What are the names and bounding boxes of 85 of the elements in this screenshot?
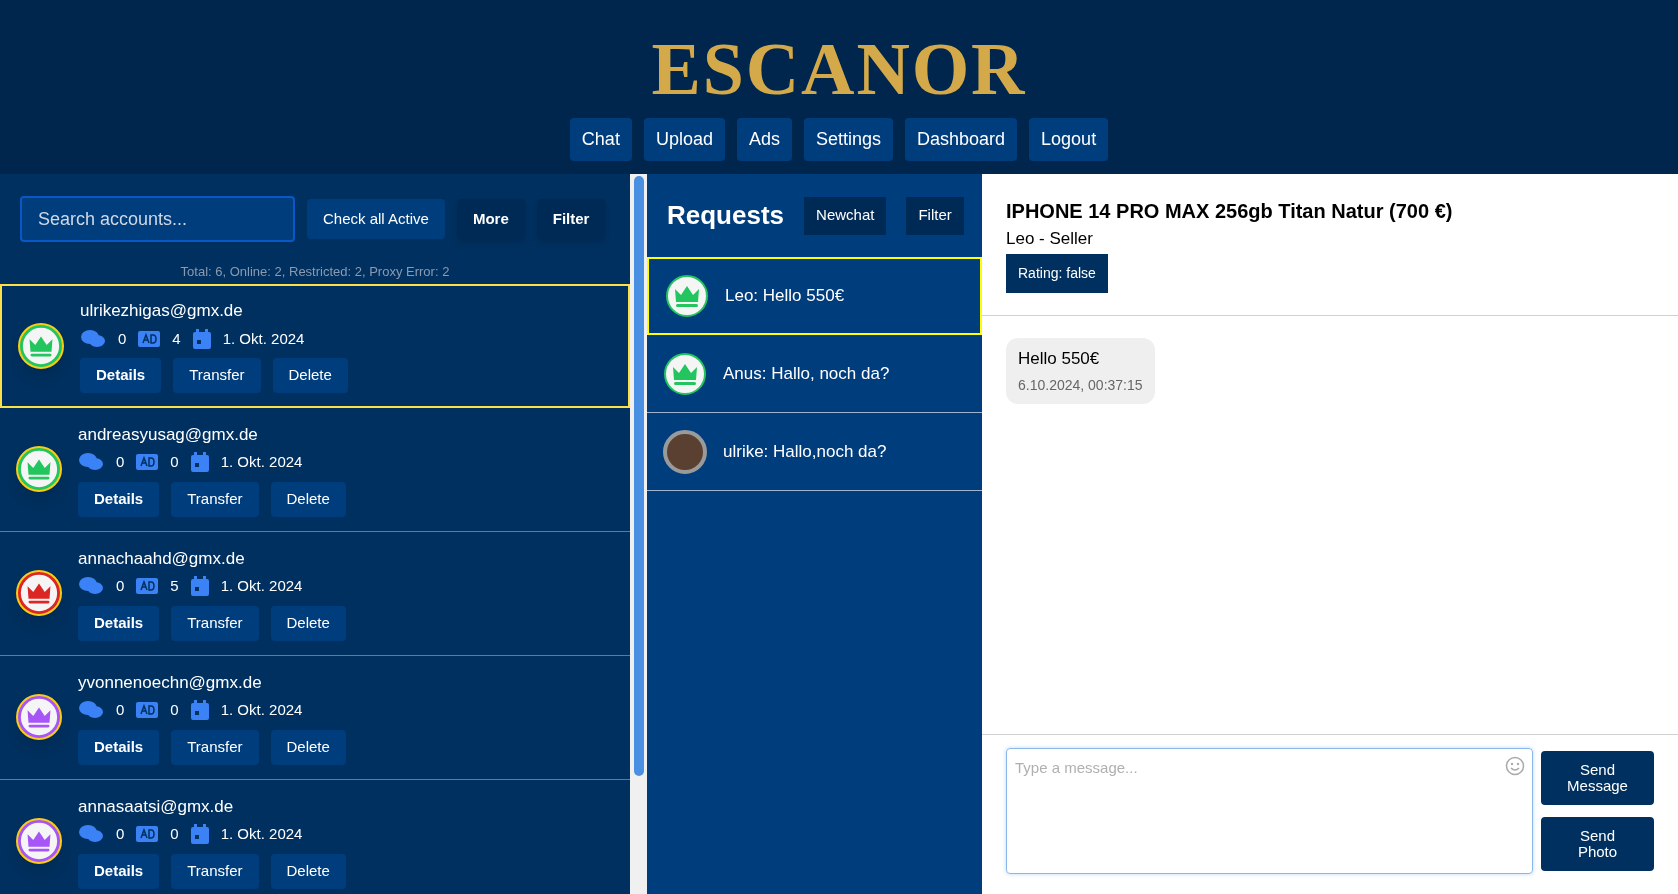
chat-count: 0 (116, 700, 125, 720)
details-button[interactable]: Details (80, 358, 162, 393)
delete-button[interactable]: Delete (270, 605, 346, 641)
chat-bubbles-icon (78, 576, 104, 597)
calendar-icon (190, 824, 209, 845)
nav-button[interactable]: Upload (643, 118, 725, 161)
account-date: 1. Okt. 2024 (220, 824, 303, 844)
account-date: 1. Okt. 2024 (220, 576, 303, 596)
check-all-active-button[interactable]: Check all Active (307, 199, 445, 239)
chat-count: 0 (116, 824, 125, 844)
calendar-icon (190, 576, 209, 597)
crown-avatar-icon (665, 274, 709, 318)
nav-button[interactable]: Settings (803, 118, 893, 161)
chat-count: 0 (118, 328, 127, 349)
chat-count: 0 (116, 576, 125, 596)
account-card[interactable]: ulrikezhigas@gmx.de 0 4 1. Okt. 2024 Details Transfer Delete (0, 283, 630, 408)
delete-button[interactable]: Delete (270, 729, 346, 765)
account-date: 1. Okt. 2024 (220, 452, 303, 472)
ad-icon (138, 330, 161, 347)
message-text: Hello 550€ (1018, 347, 1101, 370)
request-item[interactable]: ulrike: Hallo,noch da? (647, 413, 982, 491)
scrollbar-thumb[interactable] (633, 176, 644, 776)
details-button[interactable]: Details (78, 481, 160, 517)
transfer-button[interactable]: Transfer (171, 729, 259, 765)
message-input[interactable]: Type a message... (1006, 748, 1533, 874)
details-button[interactable]: Details (78, 853, 160, 889)
rating-badge: Rating: false (1006, 253, 1108, 293)
send-message-button[interactable]: Send Message (1541, 751, 1654, 805)
delete-button[interactable]: Delete (270, 481, 346, 517)
transfer-button[interactable]: Transfer (171, 481, 259, 517)
details-button[interactable]: Details (78, 729, 160, 765)
request-preview: Leo: Hello 550€ (725, 285, 845, 308)
seller-name: Leo - Seller (1006, 228, 1093, 250)
transfer-button[interactable]: Transfer (171, 605, 259, 641)
newchat-button[interactable]: Newchat (804, 196, 887, 235)
ad-icon (136, 702, 159, 719)
chat-bubbles-icon (78, 700, 104, 721)
ad-icon (136, 826, 159, 843)
listing-title: IPHONE 14 PRO MAX 256gb Titan Natur (700 €) (1006, 199, 1453, 224)
ad-count: 0 (170, 452, 179, 472)
logo: ESCANOR (651, 30, 1027, 108)
chat-bubbles-icon (78, 452, 104, 473)
details-button[interactable]: Details (78, 605, 160, 641)
emoji-icon[interactable] (1505, 756, 1525, 776)
chat-bubbles-icon (80, 328, 106, 349)
chat-count: 0 (116, 452, 125, 472)
account-date: 1. Okt. 2024 (222, 328, 305, 349)
ad-count: 0 (170, 824, 179, 844)
ad-icon (136, 578, 159, 595)
request-preview: ulrike: Hallo,noch da? (723, 440, 887, 463)
account-email: yvonnenoechn@gmx.de (78, 671, 263, 694)
filter-button[interactable]: Filter (906, 196, 964, 235)
crown-avatar-icon (663, 351, 707, 396)
ad-count: 5 (170, 576, 179, 596)
account-summary: Total: 6, Online: 2, Restricted: 2, Proxy Error: 2 (179, 263, 451, 281)
delete-button[interactable]: Delete (270, 853, 346, 889)
search-field[interactable]: Search accounts... (20, 196, 295, 242)
nav-button[interactable]: Chat (569, 118, 632, 161)
calendar-icon (190, 700, 209, 721)
calendar-icon (192, 328, 211, 349)
nav-button[interactable]: Logout (1029, 118, 1109, 161)
ad-count: 4 (172, 328, 181, 349)
send-photo-button[interactable]: Send Photo (1541, 817, 1654, 871)
nav-button[interactable]: Ads (736, 118, 792, 161)
calendar-icon (190, 452, 209, 473)
photo-placeholder (663, 429, 707, 474)
delete-button[interactable]: Delete (272, 358, 348, 393)
request-item[interactable]: Anus: Hallo, noch da? (647, 335, 982, 413)
ad-count: 0 (170, 700, 179, 720)
transfer-button[interactable]: Transfer (171, 853, 259, 889)
filter-button[interactable]: Filter (536, 199, 606, 239)
request-item[interactable]: Leo: Hello 550€ (647, 257, 982, 335)
account-email: ulrikezhigas@gmx.de (80, 300, 244, 322)
message-time: 6.10.2024, 00:37:15 (1018, 376, 1143, 395)
transfer-button[interactable]: Transfer (173, 358, 261, 393)
more-button[interactable]: More (456, 199, 525, 239)
account-email: andreasyusag@gmx.de (78, 423, 259, 446)
account-date: 1. Okt. 2024 (220, 700, 303, 720)
requests-title: Requests (667, 199, 785, 232)
chat-bubbles-icon (78, 824, 104, 845)
nav-button[interactable]: Dashboard (905, 118, 1018, 161)
ad-icon (136, 454, 159, 471)
account-email: annasaatsi@gmx.de (78, 795, 235, 818)
request-preview: Anus: Hallo, noch da? (723, 362, 890, 385)
account-email: annachaahd@gmx.de (78, 547, 246, 570)
